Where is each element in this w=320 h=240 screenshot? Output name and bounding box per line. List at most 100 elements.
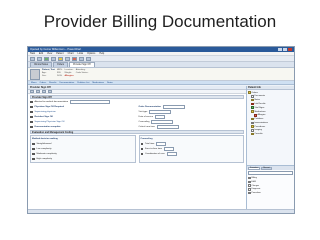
nav-problem-list[interactable]: Problem List — [77, 82, 89, 84]
checkbox[interactable] — [30, 125, 33, 129]
checkbox[interactable] — [30, 115, 33, 119]
status-bar — [28, 209, 294, 213]
field-label: Resident Sign Off — [34, 116, 53, 118]
tab-clinical-notes[interactable]: Clinical Notes — [30, 62, 53, 67]
tree-item-medications[interactable]: Medications — [248, 110, 293, 113]
nav-medications[interactable]: Medications — [92, 82, 104, 84]
nav-orders[interactable]: Orders — [39, 82, 46, 84]
checkbox[interactable] — [140, 147, 143, 151]
menu-help[interactable]: Help — [99, 52, 104, 55]
folder-icon — [251, 117, 254, 121]
side-list-item[interactable]: Billing — [248, 176, 293, 180]
side-list-item[interactable]: Procedure — [248, 191, 293, 195]
input-field[interactable] — [149, 110, 172, 114]
back-icon[interactable] — [37, 56, 42, 61]
input-field[interactable] — [156, 125, 179, 129]
attest-checkbox[interactable] — [30, 100, 33, 104]
input-field[interactable] — [163, 105, 185, 109]
tree-item-lab-results[interactable]: Lab Results — [248, 102, 293, 106]
patient-photo — [30, 69, 40, 80]
tree-item-orders[interactable]: Orders — [248, 91, 293, 94]
tree-item-vital-signs[interactable]: Vital Signs — [248, 106, 293, 109]
option-label: Moderate complexity — [36, 153, 57, 155]
folder-icon — [251, 102, 254, 106]
side-list-item[interactable]: Charges — [248, 184, 293, 187]
tree-label: Problems — [254, 118, 264, 121]
side-search-input[interactable] — [248, 171, 293, 175]
menu-view[interactable]: View — [47, 52, 52, 55]
input-field[interactable] — [156, 142, 167, 146]
document-icon — [248, 184, 251, 187]
menu-task[interactable]: Task — [30, 52, 35, 55]
save-icon[interactable] — [36, 90, 40, 93]
tree-item-immunizations[interactable]: Immunizations — [248, 121, 293, 125]
input-field[interactable] — [151, 120, 174, 124]
tree-item-allergies[interactable]: Allergies — [248, 114, 293, 117]
checkbox[interactable] — [30, 110, 33, 114]
folder-icon — [251, 106, 254, 109]
tree-item-procedures[interactable]: Procedures — [248, 125, 293, 128]
input-field[interactable] — [155, 115, 166, 119]
tree-label: Allergies — [257, 114, 266, 117]
attest-field[interactable] — [70, 100, 111, 104]
print-icon[interactable] — [42, 90, 46, 93]
checkbox[interactable] — [30, 105, 33, 109]
patient-name[interactable]: Patient, Test — [42, 69, 55, 71]
tree-item-consults[interactable]: Consults — [248, 132, 293, 136]
nav-notes[interactable]: Notes — [107, 82, 113, 84]
powerchart-window: Opened by Cerner Millennium – PowerChart… — [27, 46, 295, 214]
mrn-label: MRN: — [56, 69, 63, 71]
section-header-sign-off: Provider Sign Off — [30, 95, 244, 99]
alert-icon[interactable] — [72, 56, 77, 61]
message-icon[interactable] — [58, 56, 63, 61]
checkbox[interactable] — [140, 152, 143, 156]
radio-option[interactable] — [32, 142, 35, 146]
form-row: Supervising Physician Sign Off — [30, 120, 136, 124]
side-tab-favorites[interactable]: Favorites — [248, 166, 261, 170]
menu-options[interactable]: Options — [87, 52, 95, 55]
checkbox[interactable] — [140, 142, 143, 146]
option-label: Medical decision making — [32, 138, 58, 140]
search-icon[interactable] — [79, 56, 84, 61]
radio-option[interactable] — [32, 152, 35, 156]
nav-menu[interactable]: Menu — [31, 82, 36, 84]
nav-results[interactable]: Results — [49, 82, 56, 84]
document-icon — [251, 121, 254, 125]
home-icon[interactable] — [30, 56, 35, 61]
sign-icon[interactable] — [30, 90, 34, 93]
code-status-label: Code Status: — [75, 71, 89, 74]
menu-chart[interactable]: Chart — [68, 52, 74, 55]
radio-option[interactable] — [32, 157, 35, 161]
menu-patient[interactable]: Patient — [56, 52, 63, 55]
chart-nav: Menu Orders Results Documentation Problem Li… — [28, 81, 294, 85]
refresh-icon[interactable] — [44, 56, 49, 61]
close-button[interactable] — [288, 48, 292, 51]
help-icon[interactable] — [86, 56, 91, 61]
minimize-button[interactable] — [278, 48, 282, 51]
calendar-icon[interactable] — [65, 56, 70, 61]
side-list-item[interactable]: Diagnosis — [248, 188, 293, 191]
document-icon — [251, 129, 254, 132]
input-field[interactable] — [164, 147, 175, 151]
tab-provider-sign-off[interactable]: Provider Sign Off — [69, 62, 95, 67]
side-lower-panel: Favorites Recent Billing E&M Charges Diagnos… — [247, 165, 294, 213]
menu-edit[interactable]: Edit — [39, 52, 43, 55]
tree-item-notes[interactable]: Notes — [248, 98, 293, 102]
side-list-item[interactable]: E&M — [248, 180, 293, 184]
checkbox[interactable] — [30, 120, 33, 124]
tree-item-problems[interactable]: Problems — [248, 117, 293, 121]
menu-links[interactable]: Links — [78, 52, 84, 55]
tab-orders[interactable]: Orders — [53, 62, 69, 67]
maximize-button[interactable] — [283, 48, 287, 51]
side-tab-recent[interactable]: Recent — [261, 166, 272, 170]
form-row: Face-to-face time — [140, 147, 243, 151]
print-icon[interactable] — [51, 56, 56, 61]
refresh-icon[interactable] — [48, 90, 52, 93]
allergies-label[interactable]: Allergies — [64, 75, 73, 77]
radio-option[interactable] — [32, 147, 35, 151]
input-field[interactable] — [166, 152, 177, 156]
document-icon — [251, 95, 254, 98]
nav-documentation[interactable]: Documentation — [59, 82, 74, 84]
tree-item-documents[interactable]: Documents — [248, 95, 293, 98]
tree-item-imaging[interactable]: Imaging — [248, 129, 293, 132]
